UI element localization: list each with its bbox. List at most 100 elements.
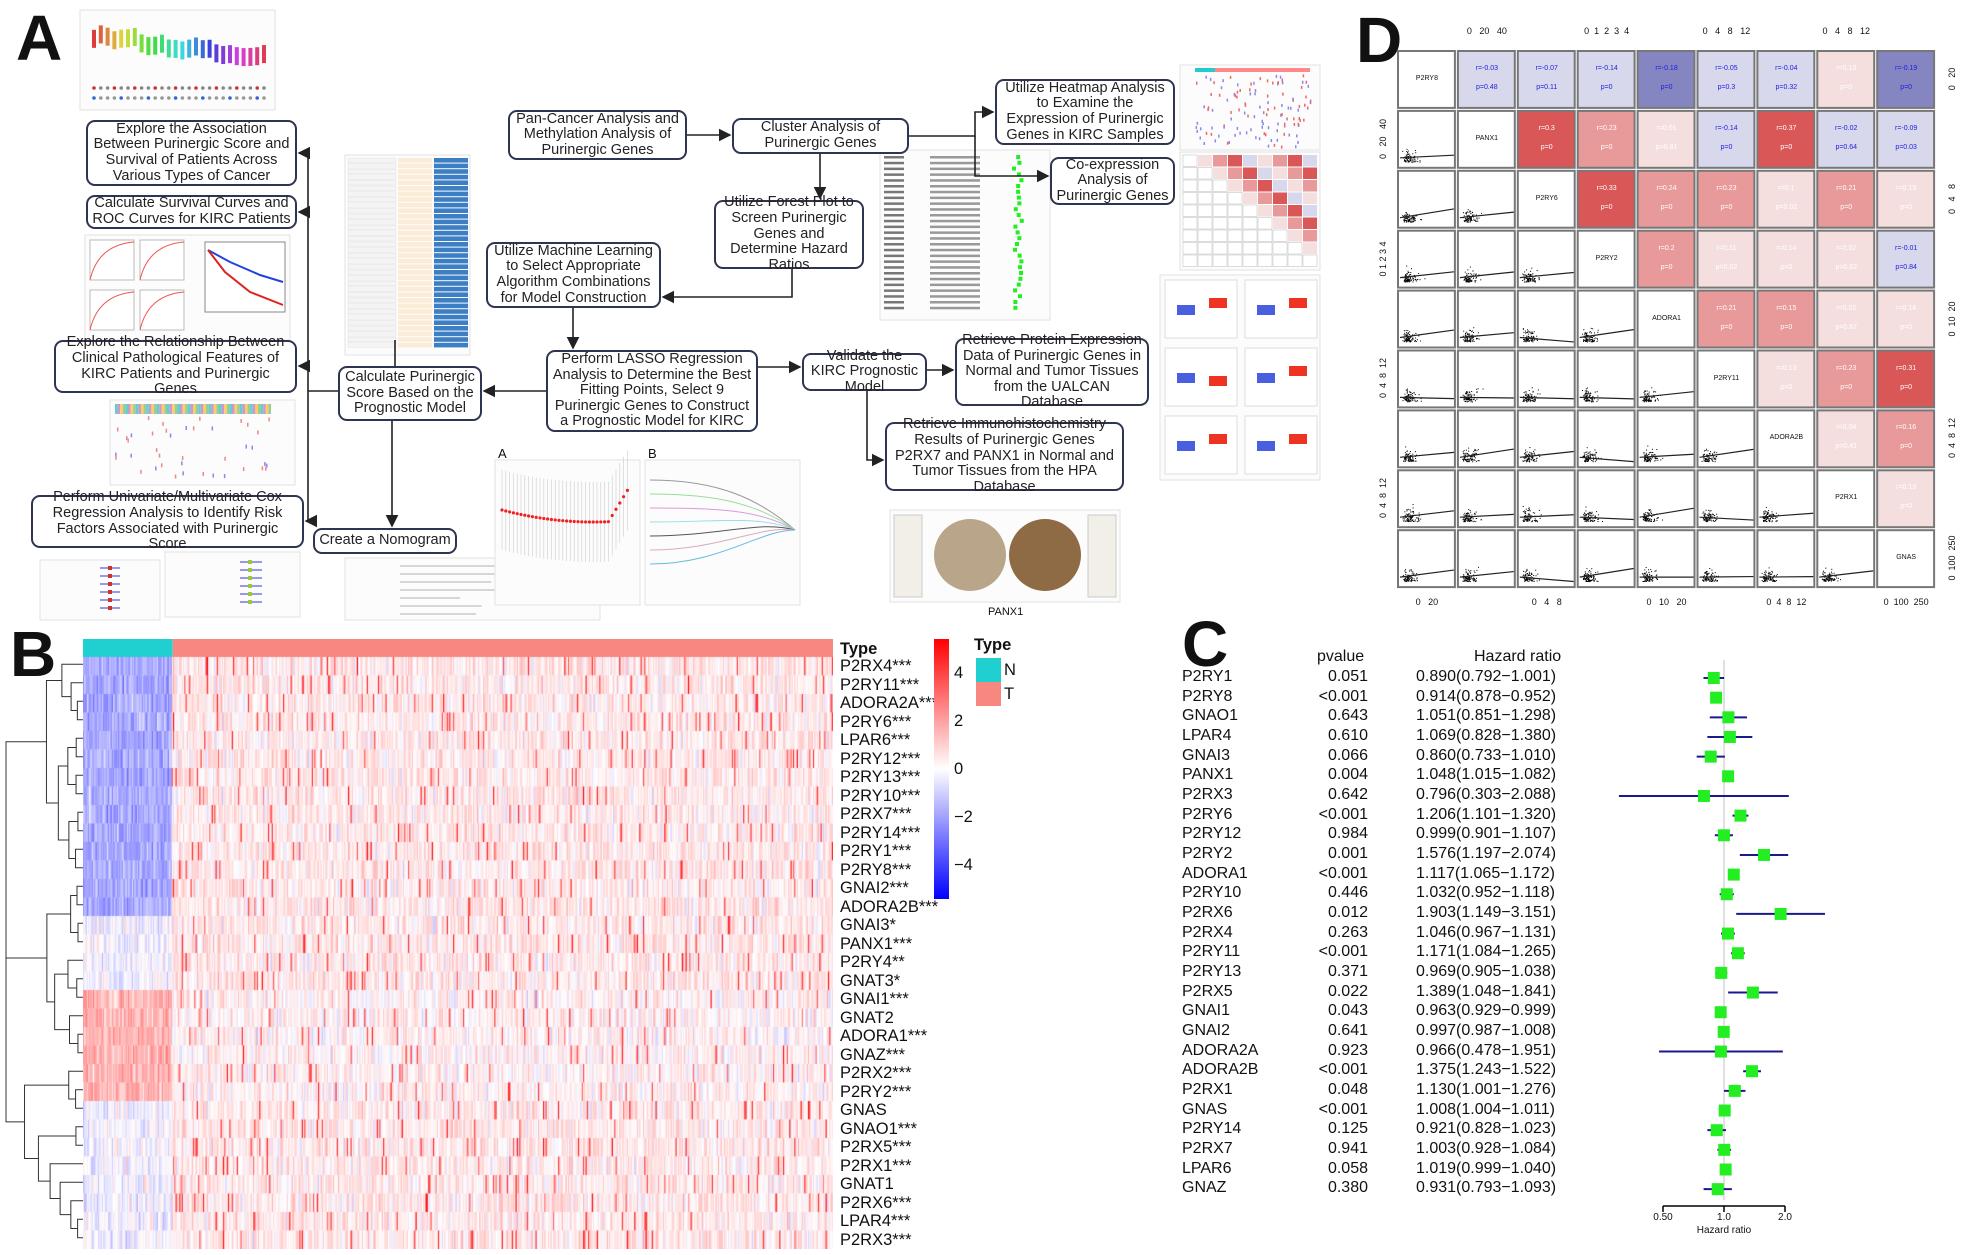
correlation-r-value: r=-0.01 — [1894, 244, 1918, 252]
scatter-point — [1765, 521, 1767, 523]
axis-tick-labels-left: 0 1 2 3 4 — [1377, 241, 1388, 277]
scatter-point — [1527, 517, 1529, 519]
diagonal-gene-label: GNAS — [1896, 554, 1917, 562]
scatter-point — [1523, 574, 1525, 576]
scatter-point — [1409, 334, 1411, 336]
scatter-point — [1651, 580, 1653, 582]
scatter-point — [1522, 505, 1524, 507]
scatter-point — [1523, 275, 1525, 277]
scatter-point — [1476, 398, 1478, 400]
scatter-point — [1601, 521, 1603, 523]
scatter-point — [1470, 570, 1472, 572]
axis-tick-labels-left: 0 4 8 12 — [1377, 358, 1388, 399]
scatter-point — [1404, 160, 1406, 162]
scatter-point — [1463, 580, 1465, 582]
scatter-point — [1405, 457, 1407, 459]
scatter-point — [1588, 452, 1590, 454]
scatter-point — [1466, 579, 1468, 581]
scatter-point — [1416, 517, 1418, 519]
scatter-point — [1415, 457, 1417, 459]
scatter-point — [1476, 461, 1478, 463]
scatter-point — [1654, 460, 1656, 462]
scatter-point — [1530, 459, 1532, 461]
scatter-point — [1463, 452, 1465, 454]
scatter-point — [1524, 271, 1526, 273]
scatter-point — [1470, 393, 1472, 395]
scatter-point — [1655, 577, 1657, 579]
scatter-point — [1539, 393, 1541, 395]
scatter-point — [1404, 281, 1406, 283]
scatter-point — [1464, 457, 1466, 459]
scatter-point — [1411, 573, 1413, 575]
scatter-point — [1405, 513, 1407, 515]
scatter-point — [1533, 279, 1535, 281]
scatter-point — [1409, 451, 1411, 453]
scatter-point — [1411, 459, 1413, 461]
scatter-point — [1529, 519, 1531, 521]
scatter-point — [1464, 338, 1466, 340]
scatter-point — [1406, 341, 1408, 343]
scatter-point — [1466, 219, 1468, 221]
scatter-point — [1585, 399, 1587, 401]
scatter-point — [1597, 518, 1599, 520]
scatter-point — [1648, 580, 1650, 582]
axis-tick-labels-top: 0 20 40 — [1466, 26, 1507, 36]
scatter-point — [1403, 219, 1405, 221]
scatter-point — [1583, 398, 1585, 400]
scatter-point — [1590, 515, 1592, 517]
scatter-point — [1538, 278, 1540, 280]
scatter-point — [1464, 515, 1466, 517]
scatter-point — [1585, 400, 1587, 402]
scatter-point — [1715, 456, 1717, 458]
scatter-point — [1533, 331, 1535, 333]
scatter-point — [1466, 331, 1468, 333]
scatter-point — [1473, 450, 1475, 452]
scatter-point — [1411, 392, 1413, 394]
scatter-point — [1705, 449, 1707, 451]
scatter-point — [1531, 400, 1533, 402]
correlation-p-value: p=0.67 — [1835, 323, 1858, 331]
scatter-point — [1594, 455, 1596, 457]
scatter-point — [1465, 568, 1467, 570]
scatter-point — [1403, 330, 1405, 332]
scatter-point — [1465, 458, 1467, 460]
scatter-point — [1410, 221, 1412, 223]
scatter-point — [1705, 509, 1707, 511]
scatter-point — [1703, 460, 1705, 462]
axis-tick-labels-bottom: 0 20 — [1415, 597, 1439, 608]
scatter-point — [1709, 518, 1711, 520]
scatter-point — [1468, 521, 1470, 523]
scatter-point — [1536, 335, 1538, 337]
scatter-point — [1465, 334, 1467, 336]
scatter-point — [1405, 569, 1407, 571]
scatter-point — [1470, 340, 1472, 342]
scatter-point — [1586, 573, 1588, 575]
scatter-point — [1583, 395, 1585, 397]
scatter-point — [1531, 520, 1533, 522]
scatter-point — [1533, 460, 1535, 462]
scatter-point — [1408, 401, 1410, 403]
scatter-point — [1467, 218, 1469, 220]
scatter-point — [1467, 581, 1469, 583]
scatter-point — [1709, 580, 1711, 582]
scatter-point — [1523, 340, 1525, 342]
scatter-point — [1464, 401, 1466, 403]
scatter-point — [1409, 452, 1411, 454]
scatter-point — [1469, 394, 1471, 396]
scatter-point — [1527, 515, 1529, 517]
scatter-point — [1414, 460, 1416, 462]
scatter-point — [1651, 571, 1653, 573]
scatter-point — [1839, 579, 1841, 581]
correlation-cell — [1816, 50, 1876, 109]
scatter-point — [1525, 340, 1527, 342]
scatter-point — [1764, 519, 1766, 521]
correlation-p-value: p=0 — [1720, 323, 1733, 331]
correlation-r-value: r=0.31 — [1896, 364, 1917, 372]
correlation-cell — [1756, 289, 1816, 349]
scatter-point — [1463, 212, 1465, 214]
scatter-point — [1406, 333, 1408, 335]
scatter-point — [1652, 454, 1654, 456]
correlation-cell — [1636, 50, 1696, 109]
scatter-point — [1469, 509, 1471, 511]
scatter-point — [1707, 579, 1709, 581]
